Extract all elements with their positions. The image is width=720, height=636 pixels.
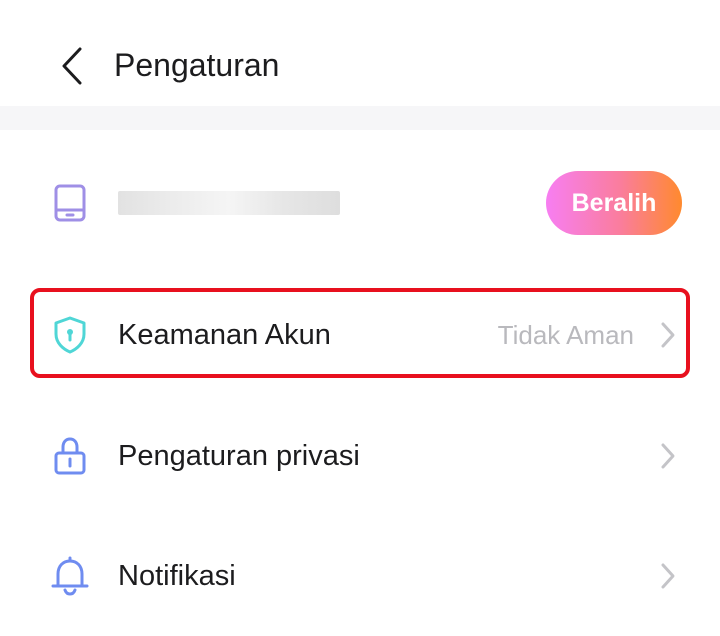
account-name-redacted [118, 191, 340, 215]
switch-account-button[interactable]: Beralih [546, 171, 682, 235]
menu-item-label: Pengaturan privasi [118, 440, 360, 472]
menu-item-notifications[interactable]: Notifikasi [0, 516, 720, 636]
menu-item-privacy-settings[interactable]: Pengaturan privasi [0, 396, 720, 516]
bell-icon [48, 554, 92, 598]
menu-item-account-security[interactable]: Keamanan Akun Tidak Aman [0, 275, 720, 395]
chevron-right-icon [658, 320, 678, 350]
security-status: Tidak Aman [497, 320, 634, 350]
account-row: Beralih [0, 143, 720, 263]
page-title: Pengaturan [114, 47, 280, 83]
device-icon [48, 181, 92, 225]
back-button[interactable] [46, 38, 98, 94]
shield-icon [48, 313, 92, 357]
menu-item-label: Notifikasi [118, 560, 236, 592]
chevron-right-icon [658, 441, 678, 471]
chevron-left-icon [62, 47, 82, 85]
chevron-right-icon [658, 561, 678, 591]
menu-item-label: Keamanan Akun [118, 319, 331, 351]
section-divider [0, 106, 720, 130]
lock-icon [48, 434, 92, 478]
header: Pengaturan [0, 0, 720, 106]
